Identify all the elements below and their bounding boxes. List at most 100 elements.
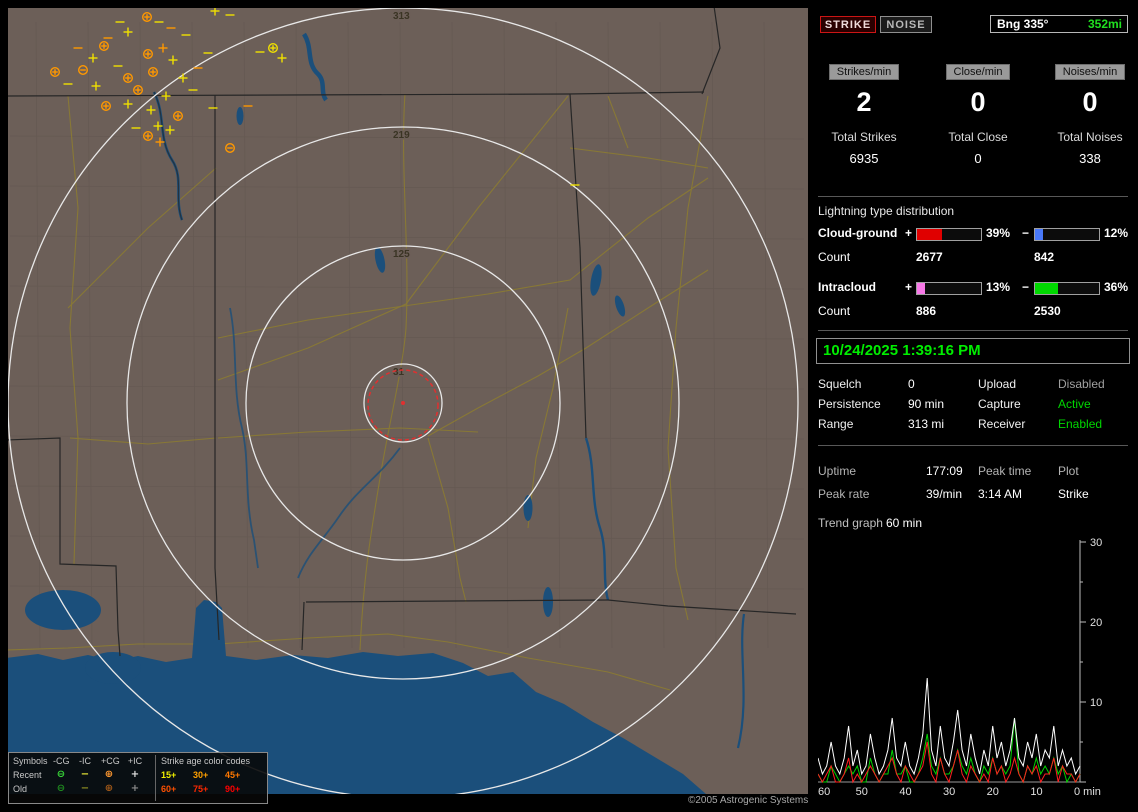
count-label: Count bbox=[818, 250, 851, 264]
capture-label: Capture bbox=[978, 397, 1021, 411]
total-strikes-value: 6935 bbox=[849, 151, 879, 166]
distance-value: 352mi bbox=[1087, 17, 1122, 31]
total-strikes-label: Total Strikes bbox=[831, 130, 897, 144]
ic-pos-symbol-icon: + bbox=[130, 769, 140, 780]
plus-sign: + bbox=[905, 280, 913, 294]
persistence-value: 90 min bbox=[908, 397, 945, 411]
trend-window-value: 60 min bbox=[886, 516, 923, 530]
map-svg: 313 219 125 31 bbox=[8, 8, 808, 794]
separator bbox=[818, 445, 1128, 446]
trend-graph-label: Trend graph bbox=[818, 516, 883, 530]
svg-text:40: 40 bbox=[899, 786, 911, 798]
minus-sign: − bbox=[1022, 226, 1030, 240]
ic-negative-bar bbox=[1034, 282, 1100, 295]
peak-rate-label: Peak rate bbox=[818, 487, 870, 501]
cg-positive-bar bbox=[916, 228, 982, 241]
distribution-title: Lightning type distribution bbox=[818, 204, 955, 218]
ic-positive-pct: 13% bbox=[986, 280, 1011, 294]
cloud-ground-counts: Count 2677 842 bbox=[816, 250, 1132, 266]
age-badge: 45+ bbox=[225, 770, 241, 780]
ic-pos-symbol-icon: + bbox=[130, 783, 140, 794]
age-badge: 75+ bbox=[193, 784, 209, 794]
svg-text:125: 125 bbox=[393, 249, 410, 260]
cg-negative-count: 842 bbox=[1034, 250, 1055, 264]
settings-row: Squelch 0 Upload Disabled bbox=[816, 377, 1132, 395]
svg-text:10: 10 bbox=[1090, 697, 1102, 709]
datetime-box: 10/24/2025 1:39:16 PM bbox=[816, 338, 1130, 364]
svg-text:60: 60 bbox=[818, 786, 830, 798]
trend-graph: 30 20 10 60 50 40 30 20 10 0 min bbox=[817, 537, 1126, 801]
strikes-per-min: Strikes/min 2 bbox=[816, 64, 912, 118]
ic-positive-count: 886 bbox=[916, 304, 937, 318]
svg-text:20: 20 bbox=[987, 786, 999, 798]
receiver-label: Receiver bbox=[978, 417, 1026, 431]
squelch-value: 0 bbox=[908, 377, 915, 391]
range-label: Range bbox=[818, 417, 854, 431]
svg-text:31: 31 bbox=[393, 367, 405, 378]
capture-status: Active bbox=[1058, 397, 1091, 411]
peak-time-value: 3:14 AM bbox=[978, 487, 1023, 501]
ic-positive-bar-fill bbox=[917, 283, 926, 294]
map-canvas[interactable]: 313 219 125 31 bbox=[8, 8, 808, 794]
intracloud-row: Intracloud + 13% − 36% bbox=[816, 280, 1132, 296]
plot-label: Plot bbox=[1058, 464, 1079, 478]
legend-col-label: -IC bbox=[79, 756, 91, 766]
map-legend: Symbols -CG -IC +CG +IC Strike age color… bbox=[8, 752, 268, 804]
range-value: 313 mi bbox=[908, 417, 945, 431]
strikes-per-min-button[interactable]: Strikes/min bbox=[828, 64, 900, 80]
strike-indicator-button[interactable]: STRIKE bbox=[820, 16, 876, 33]
stats-row: Uptime 177:09 Peak time Plot bbox=[816, 464, 1132, 482]
close-per-min-button[interactable]: Close/min bbox=[945, 64, 1011, 80]
peak-time-label: Peak time bbox=[978, 464, 1032, 478]
noises-per-min-button[interactable]: Noises/min bbox=[1054, 64, 1126, 80]
separator bbox=[818, 196, 1128, 197]
intracloud-label: Intracloud bbox=[818, 280, 877, 294]
age-badge: 90+ bbox=[225, 784, 241, 794]
cg-negative-bar bbox=[1034, 228, 1100, 241]
noise-indicator-button[interactable]: NOISE bbox=[880, 16, 932, 33]
upload-status: Disabled bbox=[1058, 377, 1105, 391]
ic-negative-pct: 36% bbox=[1104, 280, 1129, 294]
cg-neg-symbol-icon: ⊖ bbox=[56, 783, 66, 794]
total-noises-value: 338 bbox=[1079, 151, 1101, 166]
trend-graph-svg: 30 20 10 60 50 40 30 20 10 0 min bbox=[817, 537, 1102, 798]
cg-pos-symbol-icon: ⊕ bbox=[104, 769, 114, 780]
uptime-label: Uptime bbox=[818, 464, 857, 478]
total-close-label: Total Close bbox=[948, 130, 1008, 144]
cg-negative-bar-fill bbox=[1035, 229, 1043, 240]
total-strikes: Total Strikes 6935 bbox=[816, 130, 912, 166]
cg-pos-symbol-icon: ⊕ bbox=[104, 783, 114, 794]
total-noises-label: Total Noises bbox=[1057, 130, 1123, 144]
legend-col-label: -CG bbox=[53, 756, 70, 766]
svg-text:30: 30 bbox=[943, 786, 955, 798]
total-close-value: 0 bbox=[974, 151, 982, 166]
separator bbox=[818, 330, 1128, 331]
cg-positive-count: 2677 bbox=[916, 250, 943, 264]
legend-row-label: Old bbox=[13, 784, 28, 794]
svg-text:50: 50 bbox=[856, 786, 868, 798]
squelch-label: Squelch bbox=[818, 377, 862, 391]
cg-positive-pct: 39% bbox=[986, 226, 1011, 240]
cloud-ground-row: Cloud-ground + 39% − 12% bbox=[816, 226, 1132, 242]
status-panel: STRIKE NOISE Bng 335° 352mi Strikes/min … bbox=[816, 8, 1132, 804]
legend-col-label: +CG bbox=[101, 756, 120, 766]
plus-sign: + bbox=[905, 226, 913, 240]
uptime-value: 177:09 bbox=[926, 464, 963, 478]
bearing-box: Bng 335° 352mi bbox=[990, 15, 1128, 33]
trend-graph-header: Trend graph 60 min bbox=[818, 516, 922, 530]
strikes-per-min-value: 2 bbox=[856, 87, 872, 117]
total-noises: Total Noises 338 bbox=[1042, 130, 1138, 166]
age-badge: 30+ bbox=[193, 770, 209, 780]
upload-label: Upload bbox=[978, 377, 1017, 391]
svg-text:10: 10 bbox=[1030, 786, 1042, 798]
cg-negative-pct: 12% bbox=[1104, 226, 1129, 240]
peak-rate-value: 39/min bbox=[926, 487, 963, 501]
age-badge: 60+ bbox=[161, 784, 177, 794]
svg-text:0 min: 0 min bbox=[1074, 786, 1101, 798]
noises-per-min-value: 0 bbox=[1082, 87, 1098, 117]
stats-row: Peak rate 39/min 3:14 AM Strike bbox=[816, 487, 1132, 505]
datetime-value: 10/24/2025 1:39:16 PM bbox=[823, 342, 981, 359]
receiver-status: Enabled bbox=[1058, 417, 1103, 431]
svg-text:313: 313 bbox=[393, 11, 410, 22]
legend-age-title: Strike age color codes bbox=[161, 756, 251, 766]
